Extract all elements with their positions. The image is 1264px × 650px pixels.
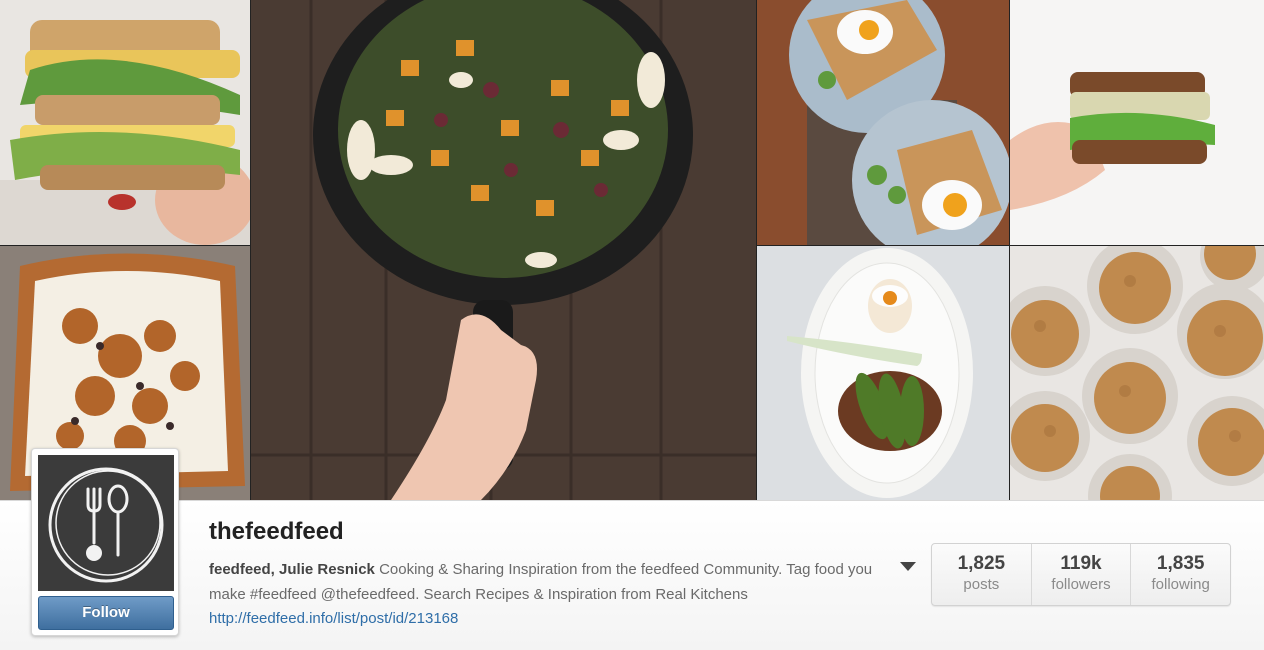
stat-followers[interactable]: 119k followers	[1032, 544, 1132, 605]
profile-stats: 1,825 posts 119k followers 1,835 followi…	[931, 543, 1231, 606]
stat-posts-value: 1,825	[957, 553, 1006, 574]
stat-following-label: following	[1151, 576, 1210, 593]
profile-bio: feedfeed, Julie Resnick Cooking & Sharin…	[209, 558, 879, 632]
photo-tile-sandwich[interactable]	[0, 0, 250, 245]
spoon-fork-logo-icon[interactable]	[38, 455, 174, 591]
stat-posts-label: posts	[963, 576, 1000, 593]
profile-username: thefeedfeed	[209, 518, 344, 545]
photo-tile-muffins[interactable]	[1010, 246, 1264, 500]
photo-tile-skillet[interactable]	[251, 0, 756, 500]
photo-grid	[0, 0, 1264, 500]
bio-full-name: feedfeed, Julie Resnick	[209, 561, 375, 578]
avatar-card: Follow	[31, 448, 179, 636]
photo-tile-sprout-sandwich[interactable]	[1010, 0, 1264, 245]
profile-page: Follow thefeedfeed feedfeed, Julie Resni…	[0, 0, 1264, 650]
bio-link[interactable]: http://feedfeed.info/list/post/id/213168	[209, 610, 458, 627]
stat-following[interactable]: 1,835 following	[1131, 544, 1230, 605]
stat-followers-value: 119k	[1060, 553, 1102, 574]
photo-tile-egg-toast[interactable]	[757, 0, 1009, 245]
stat-posts[interactable]: 1,825 posts	[932, 544, 1032, 605]
stat-followers-label: followers	[1051, 576, 1111, 593]
photo-tile-egg-avocado[interactable]	[757, 246, 1009, 500]
caret-down-icon[interactable]	[900, 562, 916, 571]
follow-button[interactable]: Follow	[38, 596, 174, 630]
stat-following-value: 1,835	[1156, 553, 1205, 574]
